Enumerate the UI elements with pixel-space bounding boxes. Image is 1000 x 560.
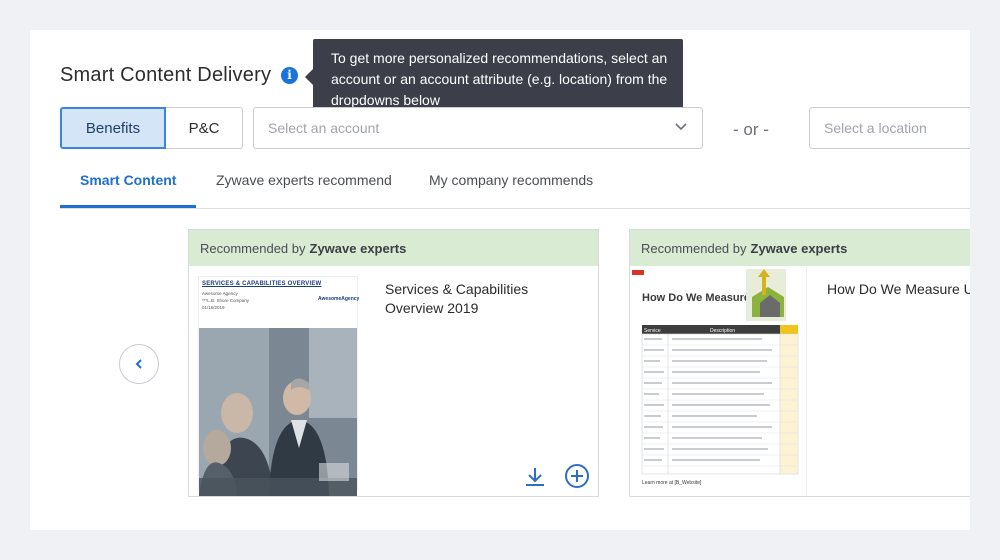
thumb-line: 01/16/2019 <box>202 305 225 310</box>
carousel-prev-button[interactable] <box>119 344 159 384</box>
tab-smart-content[interactable]: Smart Content <box>80 172 176 188</box>
thumb-table-header: Service <box>644 328 661 334</box>
recommended-source: Zywave experts <box>309 240 407 256</box>
content-card[interactable]: Recommended by Zywave experts How Do We … <box>629 229 970 497</box>
or-separator: - or - <box>733 120 769 139</box>
content-card[interactable]: Recommended by Zywave experts SERVICES &… <box>188 229 599 497</box>
recommended-prefix: Recommended by <box>200 240 306 256</box>
benefits-toggle-button[interactable]: Benefits <box>60 107 166 149</box>
content-tabs: Smart Content Zywave experts recommend M… <box>60 168 970 209</box>
info-tooltip: To get more personalized recommendations… <box>305 39 683 112</box>
info-icon[interactable]: i <box>281 67 298 84</box>
account-select[interactable]: Select an account <box>253 107 703 149</box>
chevron-down-icon <box>675 123 687 131</box>
tab-my-company[interactable]: My company recommends <box>429 172 593 188</box>
add-circle-icon[interactable] <box>564 463 590 489</box>
active-tab-indicator <box>60 205 196 208</box>
thumb-footer: Learn more at [B_Website] <box>642 480 702 486</box>
pc-toggle-button[interactable]: P&C <box>166 107 243 149</box>
recommended-source: Zywave experts <box>750 240 848 256</box>
line-of-business-toggle: Benefits P&C <box>60 107 243 149</box>
thumb-line: Awesome Agency <box>202 291 238 296</box>
account-select-placeholder: Select an account <box>268 120 380 136</box>
card-title[interactable]: Services & Capabilities Overview 2019 <box>385 280 575 318</box>
location-select[interactable]: Select a location <box>809 107 970 149</box>
card-thumbnail[interactable]: SERVICES & CAPABILITIES OVERVIEW Awesome… <box>199 277 360 496</box>
thumb-brand-logo: AwesomeAgency <box>318 296 360 302</box>
card-thumbnail[interactable]: How Do We Measure Up? Service Descriptio… <box>630 267 807 496</box>
card-recommendation-banner: Recommended by Zywave experts <box>630 230 970 266</box>
thumb-table-header: Description <box>710 328 735 334</box>
location-select-placeholder: Select a location <box>824 120 927 136</box>
tab-zywave-experts[interactable]: Zywave experts recommend <box>216 172 392 188</box>
recommended-prefix: Recommended by <box>641 240 747 256</box>
smart-content-panel: Smart Content Delivery i To get more per… <box>30 30 970 530</box>
card-recommendation-banner: Recommended by Zywave experts <box>189 230 598 266</box>
thumb-heading: SERVICES & CAPABILITIES OVERVIEW <box>202 281 322 287</box>
card-title[interactable]: How Do We Measure Up? <box>827 280 970 299</box>
thumb-line: ***L.B. Shore Company <box>202 298 250 303</box>
chevron-left-icon <box>135 359 142 369</box>
page-title: Smart Content Delivery <box>60 64 272 86</box>
meeting-photo <box>199 328 357 496</box>
download-icon[interactable] <box>524 466 546 488</box>
